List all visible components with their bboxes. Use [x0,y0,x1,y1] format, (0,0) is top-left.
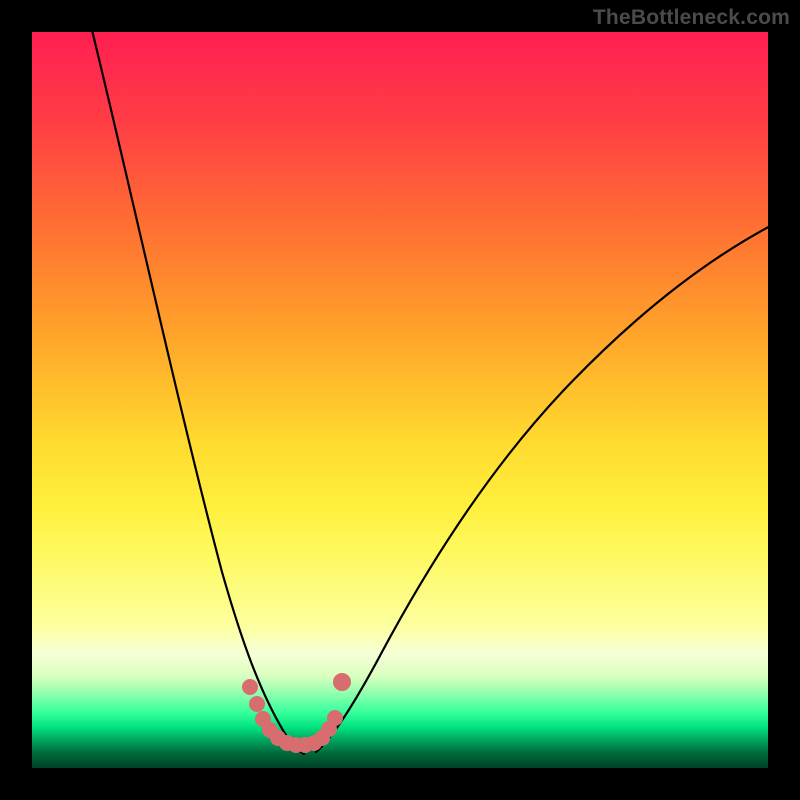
left-bottleneck-curve [90,32,304,754]
marker-dot [327,710,343,726]
marker-dot [242,679,258,695]
plot-area [32,32,768,768]
watermark-text: TheBottleneck.com [593,6,790,30]
marker-dot [249,696,265,712]
chart-frame: TheBottleneck.com [0,0,800,800]
right-bottleneck-curve [316,224,768,752]
marker-dot [333,673,351,691]
curve-overlay [32,32,768,768]
marker-cluster [242,673,351,753]
